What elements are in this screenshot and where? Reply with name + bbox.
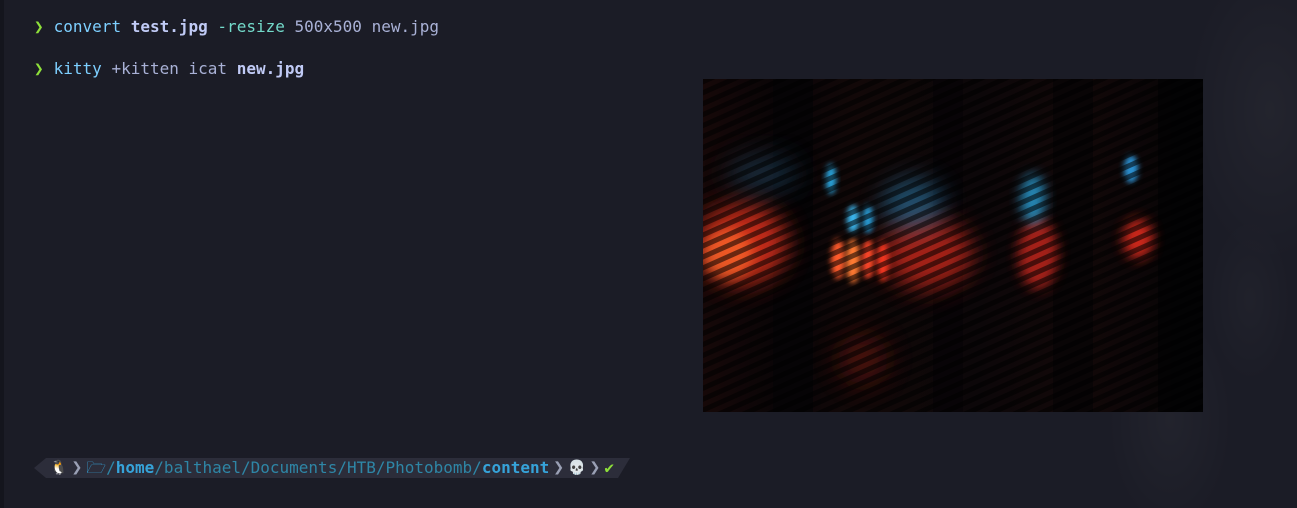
rendered-image (703, 79, 1203, 412)
shell-prompt: 🐧 ❯ 🗁 / home/balthael/Documents/HTB/Photo… (34, 457, 631, 479)
command-line-convert: ❯ convert test.jpg -resize 500x500 new.jp… (34, 16, 439, 38)
kitten-subcommand: +kitten icat (111, 59, 228, 78)
separator-icon: ❯ (553, 457, 565, 478)
prompt-arrow-icon: ❯ (34, 17, 44, 36)
path-root: / (106, 458, 116, 477)
source-file: test.jpg (130, 17, 208, 36)
path-middle: /balthael/Documents/HTB/Photobomb/ (154, 458, 482, 477)
prompt-segment: 🐧 ❯ 🗁 / home/balthael/Documents/HTB/Photo… (46, 457, 619, 478)
resize-flag: -resize (217, 17, 285, 36)
prompt-start-cap (34, 458, 46, 478)
command-name: convert (53, 17, 122, 36)
prompt-arrow-icon: ❯ (34, 59, 44, 78)
prompt-end-cap (618, 458, 631, 478)
skull-icon: 💀 (568, 460, 586, 476)
path-current: content (481, 458, 550, 477)
output-file: new.jpg (371, 17, 440, 36)
folder-icon: 🗁 (86, 458, 107, 477)
command-line-icat: ❯ kitty +kitten icat new.jpg (34, 58, 304, 80)
check-icon: ✔ (604, 458, 615, 477)
icat-file: new.jpg (236, 59, 305, 78)
path-home: home (115, 458, 155, 477)
linux-icon: 🐧 (50, 460, 68, 476)
resize-size: 500x500 (294, 17, 362, 36)
command-name: kitty (53, 59, 102, 78)
separator-icon: ❯ (71, 457, 83, 478)
separator-icon: ❯ (589, 457, 601, 478)
window-edge (0, 0, 4, 508)
image-output (703, 79, 1203, 412)
